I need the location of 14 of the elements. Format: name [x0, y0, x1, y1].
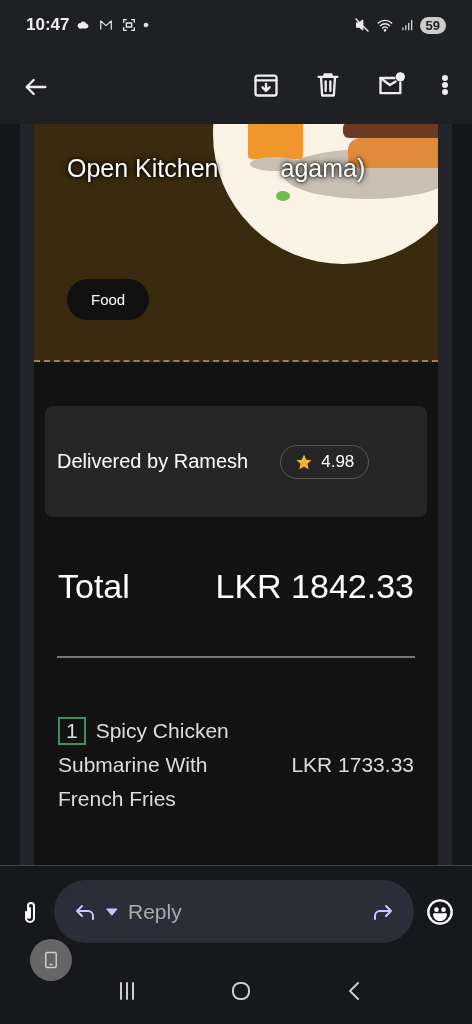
restaurant-title: Open Kitchen [67, 154, 219, 183]
item-price: LKR 1733.33 [291, 753, 414, 777]
rating-value: 4.98 [321, 451, 355, 472]
reply-field[interactable]: Reply [54, 880, 414, 943]
battery-indicator: 59 [419, 16, 446, 34]
delivery-text: Delivered by Ramesh [57, 450, 249, 473]
category-tag: Food [67, 279, 150, 320]
item-name: 1 Spicy Chicken Submarine With French Fries [58, 716, 230, 812]
restaurant-title: agama) [280, 154, 366, 183]
reply-input[interactable]: Reply [126, 898, 362, 925]
total-amount: LKR 1842.33 [215, 567, 414, 606]
item-quantity: 1 [58, 717, 86, 745]
total-label: Total [58, 567, 130, 606]
status-time: 10:47 [26, 15, 70, 35]
